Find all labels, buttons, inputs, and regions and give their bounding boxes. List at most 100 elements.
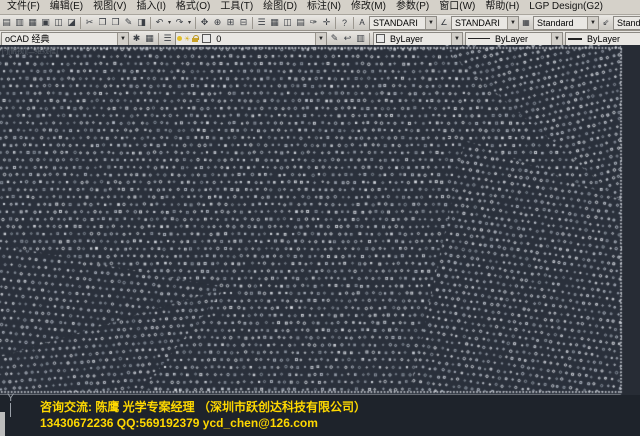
save-icon[interactable]: ▦	[26, 16, 39, 29]
text-style-value: STANDARI	[370, 18, 425, 28]
linetype-sample	[468, 38, 490, 39]
toolbar-separator	[252, 17, 253, 29]
redo-icon[interactable]: ↷	[173, 16, 186, 29]
lineweight-value: ByLayer	[584, 34, 640, 44]
text-style-combo[interactable]: STANDARI ▼	[369, 16, 437, 30]
menu-item-draw[interactable]: 绘图(D)	[258, 0, 302, 14]
layer-on-bulb-icon[interactable]	[177, 36, 182, 41]
chevron-down-icon[interactable]: ▼	[551, 33, 562, 45]
chevron-down-icon[interactable]: ▼	[117, 33, 128, 45]
zoom-realtime-icon[interactable]: ⊕	[211, 16, 224, 29]
toolbar-separator	[195, 17, 196, 29]
text-style-icon[interactable]: A	[356, 17, 368, 29]
workspace-save-icon[interactable]: ▦	[143, 32, 156, 45]
zoom-previous-icon[interactable]: ⊟	[237, 16, 250, 29]
lineweight-combo[interactable]: ByLayer ▼	[565, 32, 640, 46]
viewport-controls-label[interactable]: [-][俯视][二维线框]	[2, 46, 58, 56]
chevron-down-icon[interactable]: ▼	[425, 17, 436, 29]
menu-item-format[interactable]: 格式(O)	[171, 0, 215, 14]
lineweight-sample	[568, 38, 582, 40]
menu-item-view[interactable]: 视图(V)	[88, 0, 131, 14]
designcenter-icon[interactable]: ▦	[268, 16, 281, 29]
dim-style-value: STANDARI	[452, 18, 507, 28]
autocad-window: 文件(F)编辑(E)视图(V)插入(I)格式(O)工具(T)绘图(D)标注(N)…	[0, 0, 640, 436]
menu-item-edit[interactable]: 编辑(E)	[45, 0, 88, 14]
block-editor-icon[interactable]: ◨	[135, 16, 148, 29]
menu-item-tools[interactable]: 工具(T)	[215, 0, 258, 14]
quickcalc-icon[interactable]: ✛	[320, 16, 333, 29]
ad-contact-line: 咨询交流: 陈鹰 光学专案经理 （深圳市跃创达科技有限公司）	[40, 398, 366, 415]
toolbar-separator	[158, 33, 159, 45]
layer-color-swatch[interactable]	[202, 34, 211, 43]
layer-lock-icon[interactable]	[192, 35, 199, 43]
table-style-icon[interactable]: ▦	[520, 17, 532, 29]
table-style-value: Standard	[534, 18, 587, 28]
menu-item-lgp-design[interactable]: LGP Design(G2)	[524, 0, 608, 14]
toolbar-separator	[369, 33, 370, 45]
paste-icon[interactable]: ❒	[109, 16, 122, 29]
lgp-dot-pattern[interactable]	[0, 45, 640, 395]
layer-states-icon[interactable]: ▥	[354, 32, 367, 45]
drawing-area[interactable]: [-][俯视][二维线框] Y 咨询交流: 陈鹰 光学专案经理 （深圳市跃创达科…	[0, 45, 640, 436]
open-icon[interactable]: ▥	[13, 16, 26, 29]
layer-previous-icon[interactable]: ↩	[341, 32, 354, 45]
layer-name-value: 0	[213, 34, 315, 44]
menu-item-window[interactable]: 窗口(W)	[434, 0, 480, 14]
layer-combo[interactable]: ☀ 0 ▼	[175, 32, 327, 46]
menu-item-insert[interactable]: 插入(I)	[131, 0, 170, 14]
zoom-window-icon[interactable]: ⊞	[224, 16, 237, 29]
chevron-down-icon[interactable]: ▼	[315, 33, 326, 45]
cut-icon[interactable]: ✂	[83, 16, 96, 29]
help-icon[interactable]: ?	[338, 16, 351, 29]
markup-icon[interactable]: ✑	[307, 16, 320, 29]
ucs-y-axis-line	[10, 403, 11, 417]
dim-style-icon[interactable]: ∠	[438, 17, 450, 29]
menu-item-modify[interactable]: 修改(M)	[346, 0, 391, 14]
redo-dropdown-icon[interactable]: ▾	[186, 16, 193, 29]
toolbar-separator	[335, 17, 336, 29]
match-properties-icon[interactable]: ✎	[122, 16, 135, 29]
mleader-style-value: Standard	[614, 18, 640, 28]
menu-item-help[interactable]: 帮助(H)	[480, 0, 524, 14]
layer-freeze-sun-icon[interactable]: ☀	[184, 35, 190, 43]
menu-item-file[interactable]: 文件(F)	[2, 0, 45, 14]
tool-palettes-icon[interactable]: ◫	[281, 16, 294, 29]
workspace-combo[interactable]: oCAD 经典 ▼	[1, 32, 129, 46]
dim-style-combo[interactable]: STANDARI ▼	[451, 16, 519, 30]
linetype-value: ByLayer	[492, 34, 551, 44]
undo-icon[interactable]: ↶	[153, 16, 166, 29]
mleader-style-icon[interactable]: ⇙	[600, 17, 612, 29]
menu-bar: 文件(F)编辑(E)视图(V)插入(I)格式(O)工具(T)绘图(D)标注(N)…	[0, 0, 640, 15]
publish-icon[interactable]: ◪	[65, 16, 78, 29]
toolbar-separator	[150, 17, 151, 29]
menu-item-dimension[interactable]: 标注(N)	[302, 0, 346, 14]
plot-icon[interactable]: ▣	[39, 16, 52, 29]
toolbar-separator	[353, 17, 354, 29]
chevron-down-icon[interactable]: ▼	[507, 17, 518, 29]
pan-icon[interactable]: ✥	[198, 16, 211, 29]
properties-icon[interactable]: ☰	[255, 16, 268, 29]
workspace-value: oCAD 经典	[2, 32, 117, 45]
window-edge-bar	[0, 412, 5, 436]
undo-dropdown-icon[interactable]: ▾	[166, 16, 173, 29]
mleader-style-combo[interactable]: Standard	[613, 16, 640, 30]
sheet-set-icon[interactable]: ▤	[294, 16, 307, 29]
ad-phone-line: 13430672236 QQ:569192379 ycd_chen@126.co…	[40, 416, 318, 430]
color-swatch	[376, 34, 385, 43]
make-layer-current-icon[interactable]: ✎	[328, 32, 341, 45]
color-value: ByLayer	[387, 34, 451, 44]
layer-properties-icon[interactable]: ☰	[161, 32, 174, 45]
standard-toolbar: ▤▥▦▣◫◪✂❐❒✎◨↶▾↷▾✥⊕⊞⊟☰▦◫▤✑✛? A STANDARI ▼ …	[0, 15, 640, 31]
workspace-settings-icon[interactable]: ✱	[130, 32, 143, 45]
ad-overlay-band: 咨询交流: 陈鹰 光学专案经理 （深圳市跃创达科技有限公司） 134306722…	[0, 395, 640, 436]
chevron-down-icon[interactable]: ▼	[587, 17, 598, 29]
qnew-icon[interactable]: ▤	[0, 16, 13, 29]
toolbar-separator	[80, 17, 81, 29]
plot-preview-icon[interactable]: ◫	[52, 16, 65, 29]
linetype-combo[interactable]: ByLayer ▼	[465, 32, 563, 46]
chevron-down-icon[interactable]: ▼	[451, 33, 462, 45]
copy-icon[interactable]: ❐	[96, 16, 109, 29]
table-style-combo[interactable]: Standard ▼	[533, 16, 599, 30]
color-combo[interactable]: ByLayer ▼	[373, 32, 463, 46]
menu-item-parametric[interactable]: 参数(P)	[391, 0, 434, 14]
